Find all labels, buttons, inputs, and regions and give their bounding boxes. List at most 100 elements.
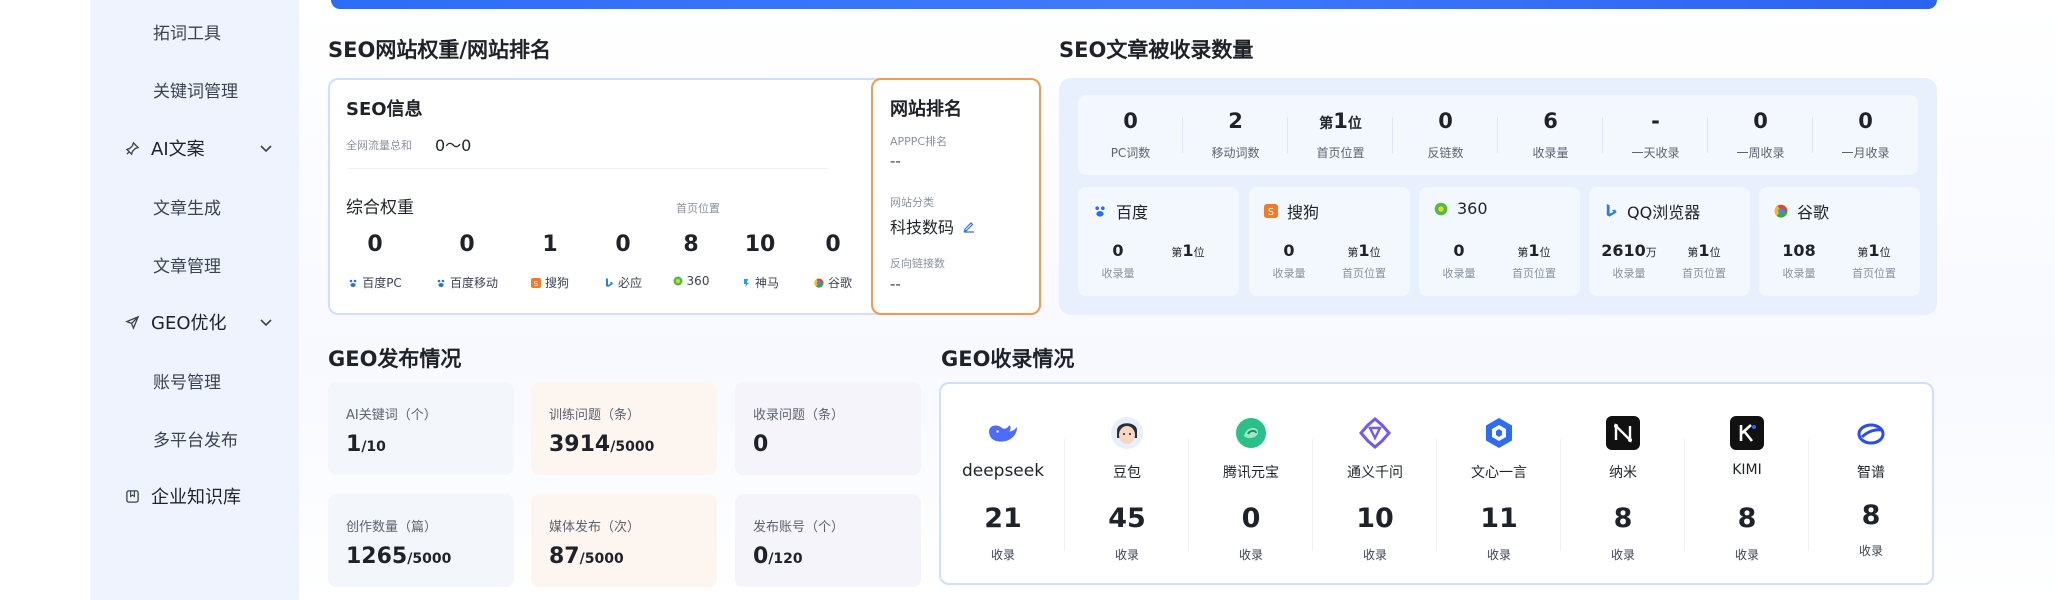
stat-value: - <box>1651 109 1660 133</box>
apppc-value: -- <box>890 152 901 170</box>
rank-label: 首页位置 <box>1682 267 1726 280</box>
stat-label: PC词数 <box>1110 146 1151 160</box>
platform-value: 8 <box>1737 503 1757 534</box>
sidebar-item-account-management[interactable]: 账号管理 <box>153 368 221 393</box>
weight-title: 综合权重 <box>346 198 414 218</box>
category-row: 科技数码 <box>890 214 976 238</box>
sidebar-item-article-management[interactable]: 文章管理 <box>153 252 221 277</box>
sidebar-item-multi-platform[interactable]: 多平台发布 <box>153 426 238 451</box>
svg-text:S: S <box>534 280 539 288</box>
book-icon <box>124 488 140 504</box>
stat-one-day: - 一天收录 <box>1603 95 1708 175</box>
sidebar-item-knowledge-base[interactable]: 企业知识库 <box>124 483 274 509</box>
stat-value: 0 <box>1753 109 1768 133</box>
edit-icon[interactable] <box>962 219 976 233</box>
seo-included-panel: 0 PC词数 2 移动词数 第1位 首页位置 0 反链数 6 收录量 - 一天收… <box>1059 78 1937 315</box>
stat-label: 移动词数 <box>1211 146 1260 160</box>
count-value: 0 <box>1112 241 1124 260</box>
rank-value: 1 <box>1698 241 1710 260</box>
count-label: 收录量 <box>1612 267 1646 280</box>
platform-label: 收录 <box>990 548 1015 562</box>
card-label: 创作数量（篇） <box>346 520 438 535</box>
google-icon <box>814 278 824 288</box>
card-total: /5000 <box>579 551 624 567</box>
count-label: 收录量 <box>1782 267 1816 280</box>
geo-card-included-questions: 收录问题（条） 0 <box>735 382 921 475</box>
geo-card-creations: 创作数量（篇） 1265/5000 <box>328 494 514 587</box>
platform-name: 文心一言 <box>1471 465 1527 481</box>
count-label: 收录量 <box>1442 267 1476 280</box>
engine-name: 百度移动 <box>449 276 498 290</box>
send-icon <box>124 314 140 330</box>
stat-included: 6 收录量 <box>1498 95 1603 175</box>
category-label: 网站分类 <box>890 196 934 209</box>
weight-sogou: 1 S 搜狗 <box>510 232 590 291</box>
traffic-value: 0～0 <box>435 136 472 155</box>
divider <box>348 168 828 169</box>
stat-mobile-words: 2 移动词数 <box>1183 95 1288 175</box>
card-label: 收录问题（条） <box>753 408 845 423</box>
sidebar-group-ai-copy[interactable]: AI文案 <box>124 135 274 161</box>
card-label: 媒体发布（次） <box>549 520 641 535</box>
sidebar-group-geo[interactable]: GEO优化 <box>124 309 274 335</box>
rank-value: 1 <box>1868 241 1880 260</box>
card-value: 87 <box>549 544 580 569</box>
360-icon <box>673 276 683 286</box>
platform-value: 0 <box>1241 503 1261 534</box>
stat-value: 0 <box>1438 109 1453 133</box>
engine-name: 必应 <box>617 276 642 290</box>
engine-name: 谷歌 <box>1797 203 1830 222</box>
weight-google: 0 谷歌 <box>793 232 873 291</box>
apppc-label: APPPC排名 <box>890 135 948 148</box>
chevron-down-icon[interactable] <box>258 314 274 330</box>
sidebar-item-keyword-tool[interactable]: 拓词工具 <box>153 19 221 44</box>
platform-name: 智谱 <box>1857 465 1885 481</box>
bing-icon <box>1604 204 1618 218</box>
platform-label: 收录 <box>1362 548 1387 562</box>
card-value: 0 <box>753 544 769 569</box>
backlink-label: 反向链接数 <box>890 257 945 270</box>
count-value: 108 <box>1782 241 1816 260</box>
stat-label: 一月收录 <box>1841 146 1890 160</box>
engine-card-360: 360 0 收录量 第1位 首页位置 <box>1419 187 1580 296</box>
seo-info-title: SEO信息 <box>346 99 423 120</box>
geo-publish-title: GEO发布情况 <box>328 347 462 371</box>
platform-value: 45 <box>1108 503 1146 534</box>
platform-wenxin: 文心一言 11 收录 <box>1437 384 1561 583</box>
card-value: 0 <box>753 432 769 457</box>
card-value: 3914 <box>549 432 611 457</box>
weight-value: 0 <box>367 232 383 257</box>
google-icon <box>1774 204 1788 218</box>
sidebar-item-article-generate[interactable]: 文章生成 <box>153 194 221 219</box>
sidebar-item-keyword-management[interactable]: 关键词管理 <box>153 77 238 102</box>
geo-publish-grid: AI关键词（个） 1/10 训练问题（条） 3914/5000 收录问题（条） … <box>328 382 928 592</box>
card-value: 1265 <box>346 544 408 569</box>
platform-doubao: 豆包 45 收录 <box>1065 384 1189 583</box>
card-total: /10 <box>361 439 386 455</box>
top-banner <box>331 0 1937 9</box>
rank-label: 首页位置 <box>1852 267 1896 280</box>
engine-card-sogou: S 搜狗 0 收录量 第1位 首页位置 <box>1249 187 1410 296</box>
deepseek-icon <box>986 416 1020 450</box>
geo-included-title: GEO收录情况 <box>941 347 1075 371</box>
platform-value: 21 <box>984 503 1022 534</box>
pin-icon <box>124 140 140 156</box>
wenxin-icon <box>1482 416 1516 450</box>
kimi-icon <box>1730 416 1764 450</box>
count-value: 0 <box>1283 241 1295 260</box>
platform-label: 收录 <box>1486 548 1511 562</box>
stat-value: 0 <box>1858 109 1873 133</box>
card-label: 发布账号（个） <box>753 520 845 535</box>
geo-included-panel: deepseek 21 收录 豆包 45 收录 腾讯元宝 0 收录 通义千问 1… <box>939 382 1934 585</box>
sidebar-item-label: 企业知识库 <box>151 487 241 508</box>
rank-label: 首页位置 <box>1342 267 1386 280</box>
stat-value: 0 <box>1123 109 1138 133</box>
weight-value: 8 <box>683 232 699 257</box>
engine-card-google: 谷歌 108 收录量 第1位 首页位置 <box>1759 187 1920 296</box>
platform-name: deepseek <box>961 461 1045 481</box>
stat-value: 1 <box>1333 109 1348 133</box>
platform-nami: 纳米 8 收录 <box>1561 384 1685 583</box>
sidebar-group-label: AI文案 <box>151 139 205 160</box>
card-total: /5000 <box>610 439 655 455</box>
chevron-down-icon[interactable] <box>258 140 274 156</box>
